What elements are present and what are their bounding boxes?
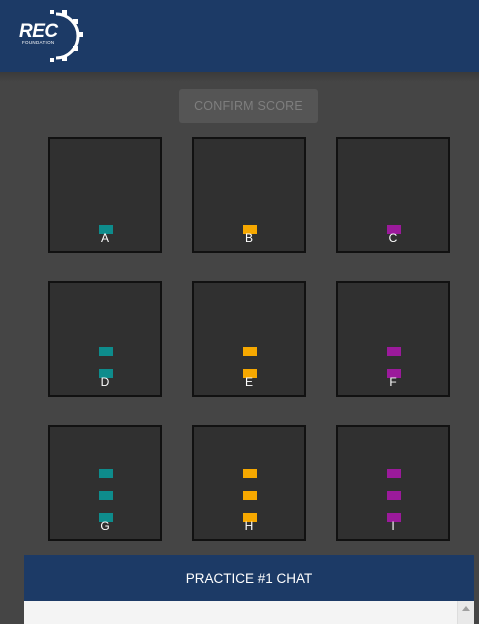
goal-tile-i[interactable]: I — [336, 425, 450, 541]
goal-tile-d[interactable]: D — [48, 281, 162, 397]
goal-tile-e[interactable]: E — [192, 281, 306, 397]
header-shadow — [0, 72, 479, 82]
score-marker — [99, 469, 113, 478]
goal-label: G — [100, 519, 110, 533]
score-marker — [243, 469, 257, 478]
logo-subtext: FOUNDATION — [22, 40, 55, 45]
goal-label: I — [391, 519, 395, 533]
chat-panel[interactable] — [24, 601, 474, 624]
goal-tile-g[interactable]: G — [48, 425, 162, 541]
goal-label: B — [244, 231, 253, 245]
goal-label: F — [389, 375, 397, 389]
chat-title: PRACTICE #1 CHAT — [185, 570, 313, 586]
goal-label: H — [244, 519, 254, 533]
score-marker — [387, 491, 401, 500]
score-marker — [387, 469, 401, 478]
app-header: REC FOUNDATION — [0, 0, 479, 72]
scroll-up-arrow-icon[interactable] — [462, 606, 470, 611]
goal-tile-f[interactable]: F — [336, 281, 450, 397]
goal-label: D — [100, 375, 110, 389]
goal-tile-h[interactable]: H — [192, 425, 306, 541]
rec-foundation-logo[interactable]: REC FOUNDATION — [12, 8, 92, 64]
score-marker — [387, 347, 401, 356]
score-marker — [99, 491, 113, 500]
goal-tile-b[interactable]: B — [192, 137, 306, 253]
goal-label: C — [388, 231, 398, 245]
goal-label: E — [244, 375, 253, 389]
score-marker — [243, 491, 257, 500]
chat-scrollbar[interactable] — [457, 601, 474, 624]
goal-label: A — [100, 231, 109, 245]
chat-header[interactable]: PRACTICE #1 CHAT — [24, 555, 474, 601]
score-marker — [99, 347, 113, 356]
goal-tile-a[interactable]: A — [48, 137, 162, 253]
goal-tile-c[interactable]: C — [336, 137, 450, 253]
confirm-score-button[interactable]: CONFIRM SCORE — [179, 89, 318, 123]
score-marker — [243, 347, 257, 356]
